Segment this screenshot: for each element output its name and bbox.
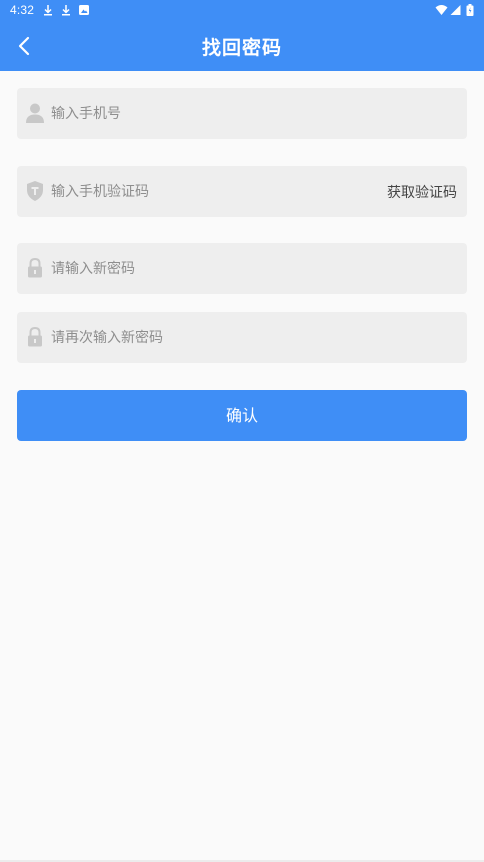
download-icon (62, 5, 70, 16)
lock-icon (28, 257, 42, 278)
confirm-password-input[interactable] (51, 312, 371, 363)
status-bar: 4:32 (0, 0, 484, 20)
code-field[interactable]: 获取验证码 (17, 166, 467, 217)
phone-input[interactable] (51, 88, 371, 139)
wifi-icon (435, 5, 448, 15)
download-icon (44, 5, 52, 16)
new-password-field[interactable] (17, 243, 467, 294)
user-icon (26, 103, 44, 123)
battery-icon (466, 4, 474, 16)
header-bar: 找回密码 (0, 20, 484, 71)
get-code-button[interactable]: 获取验证码 (387, 182, 457, 202)
confirm-button[interactable]: 确认 (17, 390, 467, 441)
confirm-password-field[interactable] (17, 312, 467, 363)
page-title: 找回密码 (201, 37, 282, 59)
signal-icon (450, 5, 461, 15)
code-input[interactable] (51, 166, 371, 217)
lock-icon (28, 326, 42, 347)
shield-icon (27, 181, 43, 201)
status-time: 4:32 (10, 3, 35, 17)
phone-field[interactable] (17, 88, 467, 139)
new-password-input[interactable] (51, 243, 371, 294)
photo-icon (79, 5, 89, 15)
